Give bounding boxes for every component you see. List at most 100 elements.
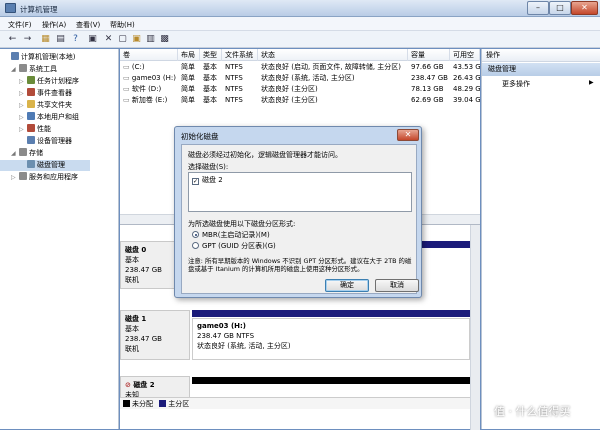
disk-2-name: ⊘ 磁盘 2 — [125, 380, 185, 390]
volume-cell-type: 基本 — [203, 63, 217, 71]
tree-item-9[interactable]: 磁盘管理 — [0, 160, 90, 171]
computer-management-icon — [5, 3, 16, 13]
tree-item-7[interactable]: 设备管理器 — [0, 136, 72, 147]
column-capacity[interactable]: 容量 — [408, 49, 450, 61]
properties-icon[interactable]: ▣ — [86, 33, 99, 46]
disk-1-bar — [192, 310, 470, 317]
tree-item-label: 服务和应用程序 — [29, 173, 78, 181]
help-icon[interactable]: ? — [69, 33, 82, 46]
volume-cell-fs: NTFS — [225, 85, 243, 93]
users-icon — [27, 112, 35, 120]
volume-cell-vol: ▭ game03 (H:) — [120, 73, 178, 84]
dialog-close-button[interactable]: ✕ — [397, 129, 419, 141]
disk-icon — [27, 160, 35, 168]
tree-item-0[interactable]: 计算机管理(本地) — [0, 52, 75, 63]
initialize-disk-dialog: 初始化磁盘 ✕ 磁盘必须经过初始化，逻辑磁盘管理器才能访问。 选择磁盘(S): … — [174, 126, 422, 298]
up-folder-icon[interactable]: ▦ — [39, 33, 52, 46]
disk-icon[interactable]: ▥ — [144, 33, 157, 46]
volume-cell-layout: 简单 — [181, 96, 195, 104]
volume-row[interactable]: ▭ (C:) 简单 基本 NTFS 状态良好 (启动, 页面文件, 故障转储, 主分区)… — [120, 62, 480, 73]
tree-item-8[interactable]: ◢ 存储 — [0, 148, 43, 159]
ok-button[interactable]: 确定 — [325, 279, 369, 292]
volume-icon: ▭ — [123, 74, 132, 82]
volume-row[interactable]: ▭ 软件 (D:) 简单 基本 NTFS 状态良好 (主分区) 78.13 GB 48.29… — [120, 84, 480, 95]
disk-select-list[interactable]: ✓ 磁盘 2 — [188, 172, 412, 212]
tree-item-10[interactable]: ▷ 服务和应用程序 — [0, 172, 78, 183]
volume-cell-fs: NTFS — [225, 63, 243, 71]
disk-1-name: 磁盘 1 — [125, 315, 147, 323]
more-actions-link[interactable]: 更多操作 — [502, 79, 530, 89]
actions-pane: 操作 磁盘管理 更多操作 ▶ — [481, 49, 600, 429]
title-bar: 计算机管理 – □ ✕ — [0, 0, 600, 17]
volume-cell-type: 基本 — [203, 96, 217, 104]
show-hide-tree-icon[interactable]: ▤ — [54, 33, 67, 46]
expand-arrow-icon[interactable]: ▷ — [11, 172, 19, 183]
expand-arrow-icon[interactable]: ▷ — [19, 88, 27, 99]
tree-item-1[interactable]: ◢ 系统工具 — [0, 64, 57, 75]
expand-arrow-icon[interactable]: ◢ — [11, 148, 19, 159]
volume-row[interactable]: ▭ game03 (H:) 简单 基本 NTFS 状态良好 (系统, 活动, 主分区) 2… — [120, 73, 480, 84]
expand-arrow-icon[interactable]: ◢ — [11, 64, 19, 75]
volume-cell-vol: ▭ 软件 (D:) — [120, 84, 178, 95]
volume-cell-cap: 62.69 GB — [411, 96, 444, 104]
gpt-radio-row[interactable]: GPT (GUID 分区表)(G) — [192, 241, 276, 251]
partition-style-label: 为所选磁盘使用以下磁盘分区形式: — [188, 220, 296, 228]
back-icon[interactable]: ← — [6, 33, 19, 46]
gpt-label: GPT (GUID 分区表)(G) — [202, 242, 276, 250]
minimize-button[interactable]: – — [527, 1, 549, 15]
volume-icon: ▭ — [123, 85, 132, 93]
column-free[interactable]: 可用空 — [450, 49, 480, 61]
disk-2-label[interactable]: ⊘ 磁盘 2 未知 — [120, 376, 190, 399]
volume-cell-status: 状态良好 (主分区) — [261, 85, 318, 93]
tree-item-4[interactable]: ▷ 共享文件夹 — [0, 100, 72, 111]
column-filesystem[interactable]: 文件系统 — [222, 49, 258, 61]
close-button[interactable]: ✕ — [571, 1, 598, 15]
cancel-button[interactable]: 取消 — [375, 279, 419, 292]
tree-item-label: 性能 — [37, 125, 51, 133]
expand-arrow-icon[interactable]: ▷ — [19, 124, 27, 135]
column-volume[interactable]: 卷 — [120, 49, 178, 61]
tree-item-5[interactable]: ▷ 本地用户和组 — [0, 112, 79, 123]
disk-2-checkbox-label: 磁盘 2 — [202, 176, 223, 184]
volume-cell-cap: 78.13 GB — [411, 85, 444, 93]
tools-icon — [19, 64, 27, 72]
disk-2-checkbox[interactable]: ✓ — [192, 178, 199, 185]
partition-game03[interactable]: game03 (H:) 238.47 GB NTFS 状态良好 (系统, 活动,… — [192, 318, 470, 360]
expand-arrow-icon[interactable]: ▷ — [19, 100, 27, 111]
delete-icon[interactable]: ✕ — [102, 33, 115, 46]
mbr-radio-row[interactable]: MBR(主启动记录)(M) — [192, 230, 270, 240]
settings-icon[interactable]: ▩ — [158, 33, 171, 46]
tree-item-6[interactable]: ▷ 性能 — [0, 124, 51, 135]
disk-2-checkbox-row[interactable]: ✓ 磁盘 2 — [192, 175, 223, 185]
column-type[interactable]: 类型 — [200, 49, 222, 61]
mbr-label: MBR(主启动记录)(M) — [202, 231, 270, 239]
tree-item-label: 存储 — [29, 149, 43, 157]
refresh-icon[interactable]: ▢ — [116, 33, 129, 46]
disk-1-label[interactable]: 磁盘 1 基本 238.47 GB 联机 — [120, 310, 190, 360]
maximize-button[interactable]: □ — [549, 1, 571, 15]
disk-1-type: 基本 — [125, 325, 139, 333]
column-status[interactable]: 状态 — [258, 49, 408, 61]
expand-arrow-icon[interactable]: ▷ — [19, 112, 27, 123]
window-title: 计算机管理 — [20, 5, 58, 14]
dialog-body: 磁盘必须经过初始化，逻辑磁盘管理器才能访问。 选择磁盘(S): ✓ 磁盘 2 为所… — [181, 144, 419, 294]
vertical-scrollbar[interactable] — [470, 225, 480, 430]
performance-icon — [27, 124, 35, 132]
open-folder-icon[interactable]: ▣ — [130, 33, 143, 46]
column-layout[interactable]: 布局 — [178, 49, 200, 61]
menu-help[interactable]: 帮助(H) — [110, 20, 135, 30]
menu-view[interactable]: 查看(V) — [76, 20, 100, 30]
dialog-message: 磁盘必须经过初始化，逻辑磁盘管理器才能访问。 — [188, 151, 342, 159]
navigation-tree: 计算机管理(本地) ◢ 系统工具 ▷ 任务计划程序 ▷ 事件查看器 ▷ 共享文件夹 ▷ 本地用户和组… — [0, 49, 119, 429]
menu-action[interactable]: 操作(A) — [42, 20, 66, 30]
tree-item-3[interactable]: ▷ 事件查看器 — [0, 88, 72, 99]
gpt-radio[interactable] — [192, 242, 199, 249]
volume-cell-vol: ▭ (C:) — [120, 62, 178, 73]
tree-item-2[interactable]: ▷ 任务计划程序 — [0, 76, 79, 87]
expand-arrow-icon[interactable]: ▷ — [19, 76, 27, 87]
mbr-radio[interactable] — [192, 231, 199, 238]
actions-disk-management[interactable]: 磁盘管理 — [482, 63, 600, 76]
volume-row[interactable]: ▭ 新加卷 (E:) 简单 基本 NTFS 状态良好 (主分区) 62.69 GB 39.0… — [120, 95, 480, 106]
menu-file[interactable]: 文件(F) — [8, 20, 32, 30]
forward-icon[interactable]: → — [21, 33, 34, 46]
